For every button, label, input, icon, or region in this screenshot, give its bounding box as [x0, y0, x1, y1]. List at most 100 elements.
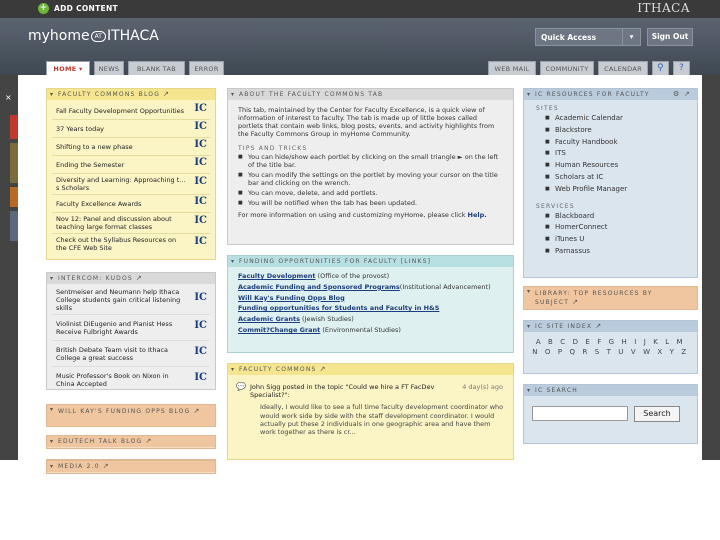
external-link-icon[interactable]: ↗	[193, 407, 200, 415]
portlet-header[interactable]: WILL KAY'S FUNDING OPPS BLOG↗	[47, 405, 215, 426]
portlet-header[interactable]: FACULTY COMMONS↗	[228, 364, 513, 375]
intercom-portlet: INTERCOM: KUDOS↗ Sentmeiser and Neumann …	[46, 272, 216, 390]
external-link-icon[interactable]: ↗	[103, 462, 110, 470]
funding-link[interactable]: Will Kay's Funding Opps Blog	[238, 294, 345, 302]
ic-badge: IC	[194, 156, 207, 168]
color-strip	[10, 115, 18, 139]
quick-access-select[interactable]: Quick Access ▾	[535, 28, 641, 46]
comment-bubble-icon: 💬	[236, 382, 246, 391]
link-icon[interactable]: ⚲	[652, 61, 669, 76]
help-link[interactable]: Help.	[468, 211, 487, 219]
list-item[interactable]: Academic Calendar	[545, 113, 685, 125]
external-link-icon[interactable]: ↗	[136, 274, 143, 282]
search-input[interactable]	[532, 406, 628, 421]
list-item[interactable]: Parnassus	[545, 246, 685, 258]
tab-community[interactable]: COMMUNITY	[540, 61, 594, 76]
portlet-header[interactable]: MEDIA 2.0↗	[47, 461, 215, 472]
list-item[interactable]: Scholars at IC	[545, 172, 685, 184]
list-item: You can move, delete, and add portlets.	[238, 189, 503, 197]
tab-error[interactable]: ERROR	[189, 61, 224, 76]
list-item[interactable]: Diversity and Learning: Approaching t…s …	[52, 174, 210, 195]
portlet-controls[interactable]: ⚙ ↗	[673, 89, 691, 100]
list-item: Academic Funding and Sponsored Programs(…	[238, 282, 503, 293]
color-strip	[10, 143, 18, 183]
portlet-header[interactable]: EDUTECH TALK BLOG↗	[47, 436, 215, 447]
logo-ithaca: ITHACA	[106, 28, 159, 44]
list-item[interactable]: Fall Faculty Development Opportunities IC	[52, 102, 210, 120]
list-item[interactable]: Blackboard	[545, 211, 685, 223]
portlet-header[interactable]: INTERCOM: KUDOS↗	[47, 273, 215, 284]
help-icon[interactable]: ?	[673, 61, 690, 76]
list-item[interactable]: Web Profile Manager	[545, 184, 685, 196]
item-label: 37 Years today	[56, 124, 105, 133]
list-item: You will be notified when the tab has be…	[238, 199, 503, 207]
ic-badge: IC	[194, 102, 207, 114]
list-item[interactable]: Music Professor's Book on Nixon in China…	[52, 367, 210, 393]
portlet-header[interactable]: IC RESOURCES FOR FACULTY ⚙ ↗	[524, 89, 697, 100]
funding-link[interactable]: Commit?Change Grant	[238, 326, 320, 334]
list-item[interactable]: British Debate Team visit to Ithaca Coll…	[52, 341, 210, 367]
edutech-portlet: EDUTECH TALK BLOG↗	[46, 435, 216, 449]
funding-link[interactable]: Faculty Development	[238, 272, 315, 280]
portlet-header[interactable]: ABOUT THE FACULTY COMMONS TAB	[228, 89, 513, 100]
search-button[interactable]: Search	[634, 406, 680, 422]
list-item[interactable]: Faculty Handbook	[545, 137, 685, 149]
faculty-blog-portlet: FACULTY COMMONS BLOG↗ Fall Faculty Devel…	[46, 88, 216, 260]
list-item[interactable]: Check out the Syllabus Resources on the …	[52, 234, 210, 254]
portlet-title: MEDIA 2.0	[58, 463, 100, 470]
chevron-down-icon: ▾	[622, 29, 640, 45]
alphabet-index[interactable]: A B C D E F G H I J K L M N O P Q R S T …	[524, 332, 697, 362]
commons-post: 💬 John Sigg posted in the topic "Could w…	[228, 375, 513, 436]
close-icon[interactable]: ×	[5, 93, 12, 102]
funding-link[interactable]: Academic Funding and Sponsored Programs	[238, 283, 400, 291]
list-item[interactable]: Shifting to a new phase IC	[52, 138, 210, 156]
tab-blank[interactable]: BLANK TAB	[128, 61, 185, 76]
external-link-icon[interactable]: ↗	[572, 298, 579, 306]
portlet-header[interactable]: IC SEARCH	[524, 385, 697, 396]
funding-link[interactable]: Academic Grants	[238, 315, 300, 323]
tab-news[interactable]: NEWS	[94, 61, 124, 76]
list-item[interactable]: ITS	[545, 148, 685, 160]
list-item[interactable]: HomerConnect	[545, 222, 685, 234]
sign-out-button[interactable]: Sign Out	[647, 28, 693, 46]
quick-access-label: Quick Access	[541, 33, 597, 42]
tab-webmail[interactable]: WEB MAIL	[488, 61, 536, 76]
about-portlet: ABOUT THE FACULTY COMMONS TAB This tab, …	[227, 88, 514, 245]
tab-calendar[interactable]: CALENDAR	[598, 61, 648, 76]
list-item[interactable]: Nov 12: Panel and discussion about teach…	[52, 213, 210, 234]
portlet-header[interactable]: FACULTY COMMONS BLOG↗	[47, 89, 215, 100]
ic-badge: IC	[194, 120, 207, 132]
tips-list: You can hide/show each portlet by clicki…	[228, 153, 513, 207]
external-link-icon[interactable]: ↗	[145, 437, 152, 445]
funding-portlet: FUNDING OPPORTUNITIES FOR FACULTY [LINKS…	[227, 255, 514, 353]
list-item[interactable]: Violinist DiEugenio and Pianist Hess Rec…	[52, 315, 210, 341]
tips-heading: TIPS AND TRICKS	[238, 145, 308, 152]
about-intro: This tab, maintained by the Center for F…	[238, 106, 495, 138]
list-item[interactable]: iTunes U	[545, 234, 685, 246]
list-item[interactable]: Faculty Excellence Awards IC	[52, 195, 210, 213]
list-item[interactable]: Human Resources	[545, 160, 685, 172]
portlet-header[interactable]: IC SITE INDEX↗	[524, 321, 697, 332]
tab-label: HOME	[53, 65, 77, 73]
portlet-title: FUNDING OPPORTUNITIES FOR FACULTY [LINKS…	[239, 258, 432, 265]
ic-badge: IC	[194, 176, 207, 187]
list-item[interactable]: Sentmeiser and Neumann help Ithaca Colle…	[52, 286, 210, 315]
external-link-icon[interactable]: ↗	[320, 365, 327, 373]
list-item: Commit?Change Grant (Environmental Studi…	[238, 325, 503, 336]
portlet-title: IC SITE INDEX	[535, 323, 593, 330]
list-item[interactable]: Ending the Semester IC	[52, 156, 210, 174]
myhome-logo[interactable]: myhome AT ITHACA	[28, 28, 159, 44]
add-content-button[interactable]: + ADD CONTENT	[38, 3, 118, 14]
ic-badge: IC	[194, 138, 207, 150]
funding-link[interactable]: Funding opportunities for Students and F…	[238, 304, 439, 312]
portlet-header[interactable]: FUNDING OPPORTUNITIES FOR FACULTY [LINKS…	[228, 256, 513, 267]
portlet-header[interactable]: LIBRARY: TOP RESOURCES BY SUBJECT↗	[524, 287, 697, 309]
external-link-icon[interactable]: ↗	[163, 90, 170, 98]
external-link-icon[interactable]: ↗	[595, 322, 602, 330]
list-item[interactable]: 37 Years today IC	[52, 120, 210, 138]
list-item: Academic Grants (Jewish Studies)	[238, 314, 503, 325]
list-item: Faculty Development (Office of the provo…	[238, 271, 503, 282]
item-label: Shifting to a new phase	[56, 142, 133, 151]
funding-note: (Office of the provost)	[315, 272, 390, 280]
list-item[interactable]: Blackstore	[545, 125, 685, 137]
